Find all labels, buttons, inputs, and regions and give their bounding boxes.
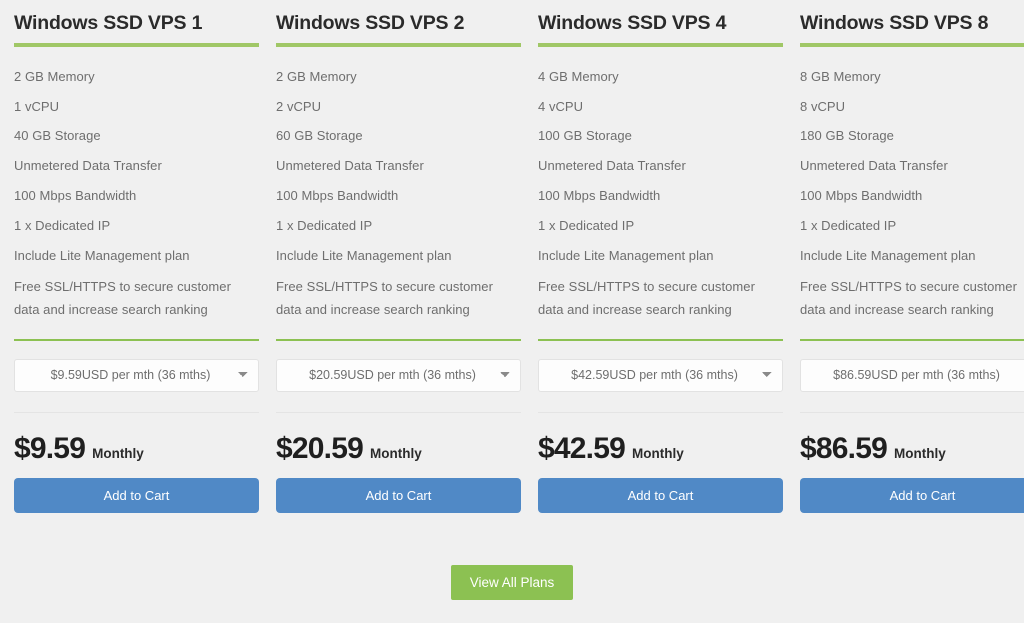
add-to-cart-button[interactable]: Add to Cart xyxy=(800,477,1024,513)
price-amount: $86.59 xyxy=(800,431,888,465)
feature-item: 1 x Dedicated IP xyxy=(800,218,897,233)
feature-item: Unmetered Data Transfer xyxy=(800,158,948,174)
price-period: Monthly xyxy=(631,445,684,461)
footer-area: View All Plans xyxy=(0,513,1024,600)
feature-item: 100 GB Storage xyxy=(538,128,632,144)
feature-item: Unmetered Data Transfer xyxy=(538,158,686,174)
feature-list: 4 GB Memory 4 vCPU 100 GB Storage Unmete… xyxy=(538,47,783,324)
term-select-area: $42.59USD per mth (36 mths) xyxy=(538,341,783,392)
feature-item: 2 GB Memory xyxy=(276,68,357,84)
add-to-cart-button[interactable]: Add to Cart xyxy=(538,477,783,513)
view-all-plans-button[interactable]: View All Plans xyxy=(451,564,573,600)
feature-item: 4 vCPU xyxy=(538,98,584,114)
plan-grid: Windows SSD VPS 1 2 GB Memory 1 vCPU 40 … xyxy=(0,0,1024,513)
feature-list: 2 GB Memory 2 vCPU 60 GB Storage Unmeter… xyxy=(276,47,521,324)
plan-column-1: Windows SSD VPS 1 2 GB Memory 1 vCPU 40 … xyxy=(14,0,259,513)
term-select-area: $9.59USD per mth (36 mths) xyxy=(14,341,259,392)
billing-term-select[interactable]: $86.59USD per mth (36 mths) xyxy=(800,358,1024,392)
feature-item: 180 GB Storage xyxy=(800,128,894,144)
feature-item: 1 x Dedicated IP xyxy=(538,218,635,233)
feature-item: Unmetered Data Transfer xyxy=(14,158,162,174)
plan-column-3: Windows SSD VPS 4 4 GB Memory 4 vCPU 100… xyxy=(538,0,783,513)
add-to-cart-button[interactable]: Add to Cart xyxy=(276,477,521,513)
feature-item: 100 Mbps Bandwidth xyxy=(538,188,661,204)
feature-item: 1 vCPU xyxy=(14,98,60,114)
term-select-area: $86.59USD per mth (36 mths) xyxy=(800,341,1024,392)
term-select-area: $20.59USD per mth (36 mths) xyxy=(276,341,521,392)
add-to-cart-button[interactable]: Add to Cart xyxy=(14,477,259,513)
price-row: $9.59 Monthly xyxy=(14,413,259,464)
plan-column-4: Windows SSD VPS 8 8 GB Memory 8 vCPU 180… xyxy=(800,0,1024,513)
billing-term-select[interactable]: $42.59USD per mth (36 mths) xyxy=(538,358,783,392)
feature-item: Free SSL/HTTPS to secure customer data a… xyxy=(14,278,231,318)
price-period: Monthly xyxy=(369,445,422,461)
billing-term-select[interactable]: $20.59USD per mth (36 mths) xyxy=(276,358,521,392)
feature-item: Include Lite Management plan xyxy=(276,247,452,263)
plan-title: Windows SSD VPS 8 xyxy=(800,12,989,34)
price-row: $20.59 Monthly xyxy=(276,413,521,464)
billing-term-select[interactable]: $9.59USD per mth (36 mths) xyxy=(14,358,259,392)
feature-item: Free SSL/HTTPS to secure customer data a… xyxy=(800,278,1017,318)
feature-list: 2 GB Memory 1 vCPU 40 GB Storage Unmeter… xyxy=(14,47,259,324)
feature-item: 2 vCPU xyxy=(276,98,322,114)
feature-item: Unmetered Data Transfer xyxy=(276,158,424,174)
feature-item: 8 vCPU xyxy=(800,98,846,114)
price-row: $42.59 Monthly xyxy=(538,413,783,464)
feature-item: 1 x Dedicated IP xyxy=(276,218,373,233)
feature-item: 100 Mbps Bandwidth xyxy=(800,188,923,204)
feature-item: Free SSL/HTTPS to secure customer data a… xyxy=(538,278,755,318)
feature-item: 1 x Dedicated IP xyxy=(14,218,111,233)
price-amount: $42.59 xyxy=(538,431,626,465)
feature-item: Free SSL/HTTPS to secure customer data a… xyxy=(276,278,493,318)
feature-item: 100 Mbps Bandwidth xyxy=(276,188,399,204)
feature-item: Include Lite Management plan xyxy=(538,247,714,263)
price-amount: $9.59 xyxy=(14,431,86,465)
plan-title: Windows SSD VPS 4 xyxy=(538,12,727,34)
feature-item: 40 GB Storage xyxy=(14,128,101,144)
price-period: Monthly xyxy=(893,445,946,461)
feature-list: 8 GB Memory 8 vCPU 180 GB Storage Unmete… xyxy=(800,47,1024,324)
plan-title: Windows SSD VPS 2 xyxy=(276,12,465,34)
feature-item: 4 GB Memory xyxy=(538,68,619,84)
feature-item: 60 GB Storage xyxy=(276,128,363,144)
feature-item: 8 GB Memory xyxy=(800,68,881,84)
pricing-table: Windows SSD VPS 1 2 GB Memory 1 vCPU 40 … xyxy=(0,0,1024,623)
feature-item: Include Lite Management plan xyxy=(14,247,190,263)
plan-column-2: Windows SSD VPS 2 2 GB Memory 2 vCPU 60 … xyxy=(276,0,521,513)
price-amount: $20.59 xyxy=(276,431,364,465)
plan-title: Windows SSD VPS 1 xyxy=(14,12,203,34)
price-row: $86.59 Monthly xyxy=(800,413,1024,464)
feature-item: 2 GB Memory xyxy=(14,68,95,84)
feature-item: Include Lite Management plan xyxy=(800,247,976,263)
feature-item: 100 Mbps Bandwidth xyxy=(14,188,137,204)
price-period: Monthly xyxy=(92,445,144,461)
